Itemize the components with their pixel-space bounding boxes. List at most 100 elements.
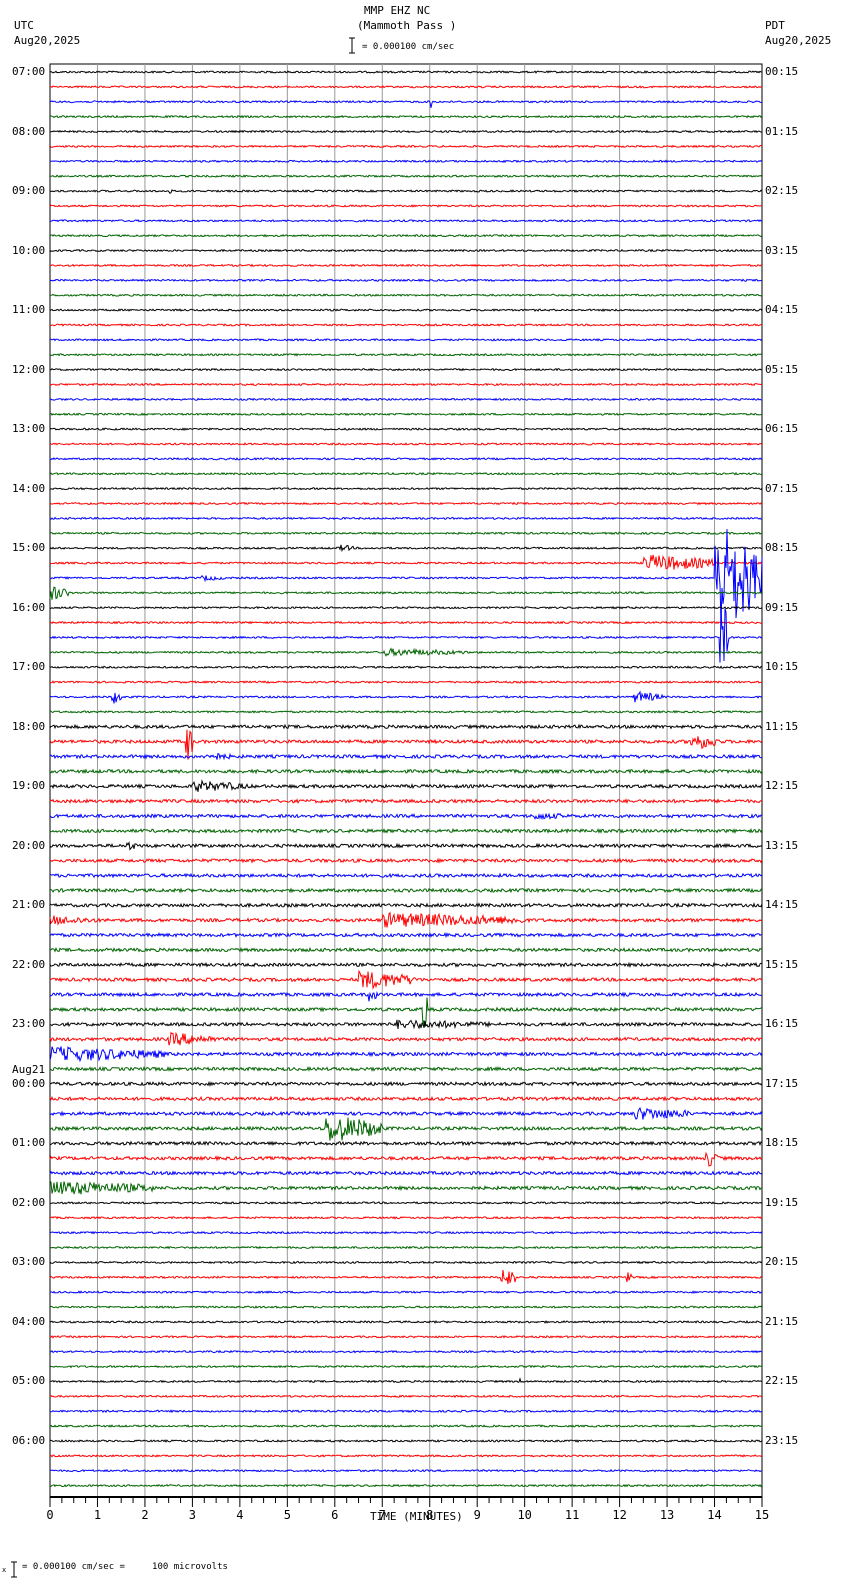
seismic-trace xyxy=(49,263,763,268)
utc-hour-label: 03:00 xyxy=(12,1255,46,1269)
seismic-trace xyxy=(49,1468,763,1473)
seismic-trace xyxy=(49,1483,763,1488)
seismic-trace xyxy=(49,382,762,387)
pdt-hour-label: 13:15 xyxy=(765,838,799,852)
seismic-trace xyxy=(49,1215,763,1220)
x-tick-label: 13 xyxy=(660,1508,674,1522)
seismic-trace xyxy=(49,189,763,194)
seismic-trace xyxy=(49,1260,763,1265)
seismic-trace xyxy=(49,1439,763,1443)
seismic-trace xyxy=(49,872,763,879)
seismic-trace xyxy=(49,1305,763,1309)
seismic-trace xyxy=(49,308,763,312)
pdt-hour-label: 06:15 xyxy=(765,422,799,436)
x-tick-label: 6 xyxy=(331,1508,338,1522)
seismic-trace xyxy=(50,233,763,238)
seismic-trace xyxy=(50,991,763,1002)
pdt-hour-label: 07:15 xyxy=(765,481,799,495)
utc-hour-label: 12:00 xyxy=(12,362,46,376)
seismic-trace xyxy=(49,1377,763,1384)
seismic-trace xyxy=(49,174,763,178)
pdt-hour-label: 08:15 xyxy=(765,541,799,555)
pdt-hour-label: 10:15 xyxy=(765,660,799,674)
seismic-trace xyxy=(50,352,763,357)
seismic-trace xyxy=(49,427,763,431)
seismic-trace xyxy=(49,338,763,342)
seismic-trace xyxy=(49,1095,763,1102)
utc-hour-label: 19:00 xyxy=(12,779,46,793)
utc-hour-label: 13:00 xyxy=(12,422,46,436)
seismic-trace xyxy=(49,1117,763,1141)
utc-hour-label: 02:00 xyxy=(12,1195,46,1209)
seismic-trace xyxy=(49,1170,763,1177)
seismic-trace xyxy=(49,1080,763,1087)
seismic-trace xyxy=(49,1065,763,1072)
x-tick-label: 4 xyxy=(236,1508,243,1522)
seismic-trace xyxy=(49,946,763,953)
pdt-hour-label: 00:15 xyxy=(765,65,799,78)
utc-hour-label: 16:00 xyxy=(12,600,46,614)
helicorder: MMP EHZ NC (Mammoth Pass ) UTC Aug20,202… xyxy=(0,0,850,1584)
utc-hour-label: 07:00 xyxy=(12,65,46,78)
utc-hour-label: 21:00 xyxy=(12,898,46,912)
seismic-trace xyxy=(49,961,763,968)
seismic-trace xyxy=(49,218,763,223)
utc-hour-label: 17:00 xyxy=(12,660,46,674)
pdt-hour-label: 23:15 xyxy=(765,1433,799,1447)
seismic-trace xyxy=(49,1424,763,1428)
x-tick-label: 7 xyxy=(379,1508,386,1522)
x-tick-label: 15 xyxy=(755,1508,769,1522)
seismic-trace xyxy=(49,1364,763,1369)
seismic-trace xyxy=(49,516,763,521)
seismic-trace xyxy=(49,752,762,761)
pdt-hour-label: 12:15 xyxy=(765,779,799,793)
seismic-trace xyxy=(49,1454,763,1458)
seismic-trace xyxy=(49,1349,763,1354)
x-tick-label: 14 xyxy=(707,1508,721,1522)
pdt-hour-label: 17:15 xyxy=(765,1076,799,1090)
seismic-trace xyxy=(49,554,763,570)
seismic-trace xyxy=(49,1201,763,1205)
seismic-trace xyxy=(49,827,763,835)
x-tick-label: 12 xyxy=(612,1508,626,1522)
seismic-trace xyxy=(49,969,763,990)
utc-hour-label: 08:00 xyxy=(12,124,46,138)
pdt-hour-label: 05:15 xyxy=(765,362,799,376)
utc-hour-label: 06:00 xyxy=(12,1433,46,1447)
seismic-trace xyxy=(49,531,762,536)
x-tick-label: 10 xyxy=(517,1508,531,1522)
seismic-trace xyxy=(49,647,763,657)
seismic-trace xyxy=(49,248,763,253)
seismic-trace xyxy=(49,1019,763,1030)
utc-hour-label: 20:00 xyxy=(12,838,46,852)
x-tick-label: 5 xyxy=(284,1508,291,1522)
seismic-trace xyxy=(49,1290,763,1294)
seismic-trace xyxy=(49,1031,763,1046)
seismic-trace xyxy=(49,729,763,760)
seismic-trace xyxy=(49,1269,763,1285)
seismic-trace xyxy=(49,723,763,730)
x-tick-label: 0 xyxy=(46,1508,53,1522)
seismic-trace xyxy=(49,293,763,297)
seismic-trace xyxy=(49,902,763,909)
seismic-trace xyxy=(49,1245,763,1250)
seismic-trace xyxy=(49,99,763,108)
seismic-trace xyxy=(49,1151,763,1167)
utc-hour-label: 01:00 xyxy=(12,1136,46,1150)
seismic-trace xyxy=(49,605,763,610)
seismic-trace xyxy=(49,1106,763,1120)
seismic-trace xyxy=(49,768,763,775)
seismic-trace xyxy=(49,887,763,894)
seismic-trace xyxy=(49,85,763,89)
seismic-trace xyxy=(49,412,763,417)
seismic-trace xyxy=(49,690,763,704)
seismic-trace xyxy=(49,1230,763,1235)
utc-hour-label: 11:00 xyxy=(12,303,46,317)
seismic-trace xyxy=(49,457,763,461)
seismic-trace xyxy=(49,144,763,149)
pdt-hour-label: 04:15 xyxy=(765,303,799,317)
seismic-trace xyxy=(49,841,763,851)
pdt-hour-label: 02:15 xyxy=(765,184,799,198)
seismic-trace xyxy=(50,709,763,714)
x-tick-label: 3 xyxy=(189,1508,196,1522)
